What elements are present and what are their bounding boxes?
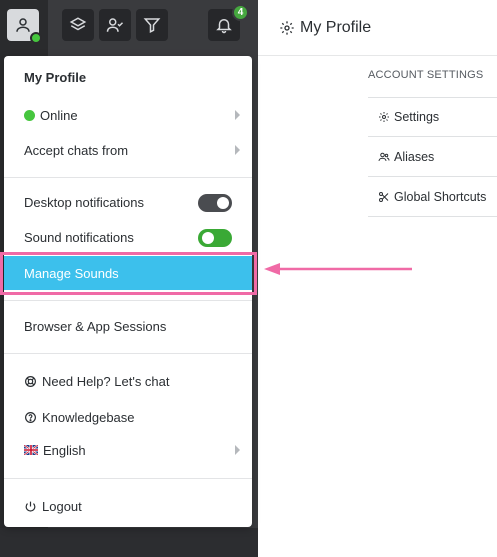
layers-button[interactable] [62, 9, 94, 41]
menu-title: My Profile [24, 70, 87, 85]
sound-notifications-label: Sound notifications [24, 229, 134, 245]
filter-button[interactable] [136, 9, 168, 41]
divider [4, 478, 252, 479]
gear-icon [280, 20, 294, 35]
knowledgebase-label: Knowledgebase [42, 409, 135, 425]
question-circle-icon [25, 411, 36, 423]
desktop-notifications-item: Desktop notifications [4, 187, 252, 217]
uk-flag-icon [24, 445, 38, 455]
notification-count-badge: 4 [232, 4, 249, 21]
layers-icon [69, 17, 87, 31]
knowledgebase-menu-item[interactable]: Knowledgebase [4, 402, 252, 432]
logout-menu-item[interactable]: Logout [4, 491, 252, 521]
account-settings-list: Settings Aliases Global Shortcuts [368, 97, 497, 217]
chevron-right-icon [235, 445, 240, 455]
users-icon [378, 152, 390, 161]
bell-icon [216, 19, 232, 34]
page-header: My Profile [258, 0, 497, 56]
sound-notifications-toggle[interactable] [198, 229, 232, 247]
desktop-notifications-toggle[interactable] [198, 194, 232, 212]
notifications-button[interactable]: 4 [208, 4, 249, 41]
page-title: My Profile [300, 18, 372, 36]
help-chat-menu-item[interactable]: Need Help? Let's chat [4, 366, 252, 396]
sessions-label: Browser & App Sessions [24, 318, 167, 334]
desktop-notifications-label: Desktop notifications [24, 194, 144, 210]
power-icon [25, 501, 36, 512]
aliases-link[interactable]: Aliases [368, 137, 497, 177]
annotation-arrow-icon [264, 263, 412, 275]
online-status-dot [30, 32, 42, 44]
help-chat-label: Need Help? Let's chat [42, 373, 170, 389]
sidebar-footer [0, 528, 258, 557]
status-label: Online [40, 107, 78, 123]
annotation-highlight-box [0, 252, 257, 295]
divider [4, 177, 252, 178]
language-label: English [43, 442, 86, 458]
sessions-menu-item[interactable]: Browser & App Sessions [4, 311, 252, 341]
divider [4, 300, 252, 301]
global-shortcuts-label: Global Shortcuts [394, 189, 487, 204]
online-status-icon [24, 109, 35, 121]
scissors-icon [379, 191, 389, 202]
sound-notifications-item: Sound notifications [4, 222, 252, 252]
divider [4, 353, 252, 354]
accept-chats-menu-item[interactable]: Accept chats from [4, 135, 252, 165]
settings-label: Settings [394, 110, 440, 124]
profile-button[interactable] [7, 9, 42, 44]
language-menu-item[interactable]: English [4, 435, 252, 465]
gear-icon [379, 112, 389, 122]
global-shortcuts-link[interactable]: Global Shortcuts [368, 177, 497, 217]
filter-icon [143, 18, 161, 33]
chevron-right-icon [235, 110, 240, 120]
toggle-knob [202, 232, 214, 244]
chevron-right-icon [235, 145, 240, 155]
account-settings-heading: ACCOUNT SETTINGS [368, 69, 484, 81]
logout-label: Logout [42, 498, 82, 514]
settings-link[interactable]: Settings [368, 97, 497, 137]
aliases-label: Aliases [394, 149, 435, 164]
toggle-knob [217, 197, 229, 209]
assigned-users-button[interactable] [99, 9, 131, 41]
lifebuoy-icon [25, 375, 36, 387]
accept-chats-label: Accept chats from [24, 142, 129, 158]
user-check-icon [106, 18, 124, 32]
user-icon [16, 18, 30, 32]
status-menu-item[interactable]: Online [4, 100, 252, 130]
